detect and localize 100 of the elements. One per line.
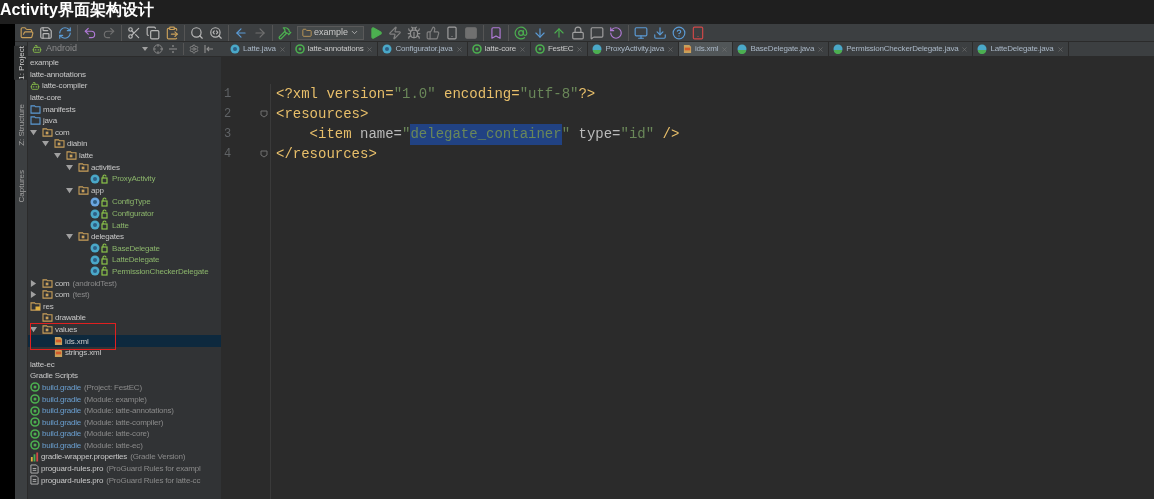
run-config-dropdown[interactable]: example [297,25,365,40]
tool-window-tab[interactable]: Captures [13,169,29,203]
tree-item[interactable]: build.gradle (Module: example) [28,393,221,405]
monitor-icon[interactable] [634,25,649,40]
tree-item[interactable]: delegates [28,230,221,243]
editor-tab[interactable]: ids.xml [678,42,734,56]
stop-icon[interactable] [464,25,479,40]
tree-item[interactable]: gradle-wrapper.properties (Gradle Version) [28,451,221,463]
settings-icon[interactable] [189,44,199,54]
code-editor[interactable]: 1 2 3 4 <?xml version="1.0" encoding="utf-8"?> <resources> <item name="delegate_container" type="id" /> </resources> [221,57,1154,499]
tree-item[interactable]: com (androidTest) [28,277,221,289]
save-icon[interactable] [39,25,53,40]
expanded-arrow-icon[interactable] [30,325,37,333]
editor-tab[interactable]: latte-core [467,42,531,56]
gradle-icon [30,405,40,416]
tree-item[interactable]: Configurator [28,207,221,220]
expanded-arrow-icon[interactable] [42,140,49,148]
sync-icon[interactable] [58,25,72,40]
tree-item[interactable]: res [28,300,221,313]
tree-item[interactable]: LatteDelegate [28,254,221,266]
expanded-arrow-icon[interactable] [66,233,73,241]
expanded-arrow-icon[interactable] [54,152,61,160]
class-icon [90,208,110,219]
tree-item[interactable]: ConfigType [28,196,221,208]
tree-item[interactable]: proguard-rules.pro (ProGuard Rules for latte-cc [28,474,221,486]
comment-icon[interactable] [590,25,605,40]
back-icon[interactable] [234,25,248,40]
tree-item[interactable]: ProxyActivity [28,172,221,185]
code-line: </resources> [276,144,378,164]
tree-item[interactable]: proguard-rules.pro (ProGuard Rules for exampl [28,462,221,475]
hide-panel-icon[interactable] [204,44,214,54]
tree-item[interactable]: latte-annotations [28,68,221,81]
help-icon[interactable] [672,25,687,40]
locate-icon[interactable] [153,44,163,54]
tree-item[interactable]: latte-compiler [28,80,221,92]
tree-item[interactable]: app [28,184,221,197]
tree-item[interactable]: ids.xml [28,335,221,347]
at-sign-icon[interactable] [514,25,529,40]
editor-tab[interactable]: ProxyActivity.java [588,42,679,56]
tree-item[interactable]: Latte [28,219,221,231]
tree-label: diabin [67,138,88,150]
cut-icon[interactable] [127,25,141,40]
gradle-icon [30,417,40,428]
collapse-icon[interactable] [168,44,178,54]
tree-item[interactable]: strings.xml [28,346,221,359]
expanded-arrow-icon[interactable] [66,186,73,194]
editor-tab[interactable]: Latte.java [226,42,291,56]
redo-icon[interactable] [102,25,116,40]
tree-item[interactable]: latte [28,149,221,162]
tree-item[interactable]: build.gradle (Project: FestEC) [28,381,221,394]
tree-item[interactable]: activities [28,161,221,173]
editor-tab[interactable]: Configurator.java [378,42,468,56]
tree-item[interactable]: build.gradle (Module: latte-compiler) [28,416,221,428]
tree-item[interactable]: build.gradle (Module: latte-ec) [28,439,221,452]
tree-item[interactable]: Gradle Scripts [28,370,221,382]
debug-icon[interactable] [407,25,422,40]
tree-item[interactable]: build.gradle (Module: latte-annotations) [28,404,221,417]
copy-icon[interactable] [146,25,160,40]
open-folder-icon[interactable] [20,25,34,40]
fold-marker-icon[interactable] [260,110,268,118]
editor-tab[interactable]: LatteDelegate.java [973,42,1069,56]
tree-item[interactable]: com [28,126,221,139]
bookmark-icon[interactable] [489,25,504,40]
code-line: <?xml version="1.0" encoding="utf-8"?> [276,84,597,104]
tree-item[interactable]: build.gradle (Module: latte-core) [28,428,221,440]
hammer-icon[interactable] [278,25,292,40]
tree-item[interactable]: latte-ec [28,358,221,371]
editor-tab[interactable]: latte-annotations [290,42,379,56]
tree-item[interactable]: java [28,114,221,127]
lock-icon[interactable] [571,25,586,40]
collapsed-arrow-icon[interactable] [30,279,37,287]
fold-marker-icon[interactable] [260,150,268,158]
tree-item[interactable]: PermissionCheckerDelegate [28,265,221,278]
editor-tab[interactable]: PermissionCheckerDelegate.java [829,42,974,56]
tree-item[interactable]: com (test) [28,288,221,301]
tree-item[interactable]: diabin [28,138,221,150]
collapsed-arrow-icon[interactable] [30,291,37,299]
search-icon[interactable] [190,25,204,40]
hand-icon[interactable] [426,25,441,40]
revert-icon[interactable] [609,25,624,40]
expanded-arrow-icon[interactable] [66,163,73,171]
editor-tab[interactable]: BaseDelegate.java [733,42,830,56]
tree-item[interactable]: manifests [28,103,221,115]
run-icon[interactable] [369,25,384,40]
commit-arrow-icon[interactable] [552,25,567,40]
paste-icon[interactable] [165,25,179,40]
tree-item[interactable]: example [28,57,221,69]
forward-icon[interactable] [253,25,267,40]
tool-window-tab[interactable]: Z: Structure [13,103,29,146]
device-icon[interactable] [691,25,706,40]
tree-item[interactable]: values [28,323,221,336]
editor-tab[interactable]: FestEC [530,42,589,56]
expanded-arrow-icon[interactable] [30,128,37,136]
tree-item[interactable]: BaseDelegate [28,242,221,255]
phone-icon[interactable] [445,25,460,40]
tree-item[interactable]: latte-core [28,91,221,104]
tree-item[interactable]: drawable [28,312,221,324]
download-icon[interactable] [653,25,668,40]
undo-icon[interactable] [83,25,97,40]
lightning-icon[interactable] [388,25,403,40]
